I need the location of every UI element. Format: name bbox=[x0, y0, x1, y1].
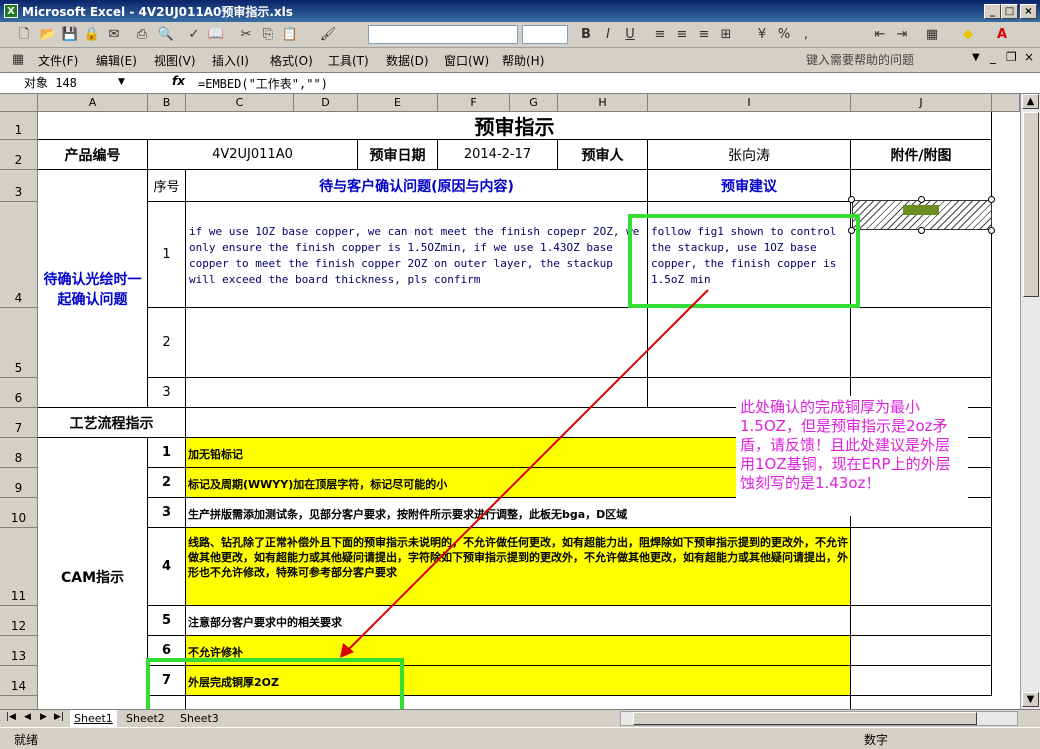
menu-format[interactable]: 格式(O) bbox=[270, 52, 313, 69]
formula-bar: 对象 148 ▼ fx =EMBED("工作表","") bbox=[0, 72, 1040, 94]
font-color-icon[interactable]: A bbox=[992, 25, 1012, 45]
print-icon[interactable]: ⎙ bbox=[132, 25, 152, 45]
sheet-tabs-bar: |◀ ◀ ▶ ▶| Sheet1 Sheet2 Sheet3 bbox=[0, 709, 1040, 727]
decrease-indent-icon[interactable]: ⇤ bbox=[870, 25, 890, 45]
insert-function-button[interactable]: fx bbox=[172, 74, 185, 88]
workbook-icon[interactable]: ▦ bbox=[8, 50, 28, 70]
email-icon[interactable]: ✉ bbox=[104, 25, 124, 45]
percent-icon[interactable]: % bbox=[774, 25, 794, 45]
next-sheet-icon[interactable]: ▶ bbox=[40, 712, 47, 722]
help-dropdown-icon[interactable]: ▼ bbox=[972, 52, 980, 63]
close-button[interactable]: × bbox=[1020, 4, 1037, 19]
menu-tools[interactable]: 工具(T) bbox=[328, 52, 369, 69]
workbook-restore-button[interactable]: ❐ bbox=[1006, 50, 1017, 64]
align-right-icon[interactable]: ≡ bbox=[694, 25, 714, 45]
tab-sheet2[interactable]: Sheet2 bbox=[122, 710, 169, 727]
permission-icon[interactable]: 🔒 bbox=[82, 25, 102, 45]
first-sheet-icon[interactable]: |◀ bbox=[6, 712, 16, 722]
menu-window[interactable]: 窗口(W) bbox=[444, 52, 489, 69]
prev-sheet-icon[interactable]: ◀ bbox=[24, 712, 31, 722]
formula-input[interactable]: =EMBED("工作表","") bbox=[198, 75, 328, 92]
vertical-scroll-thumb[interactable] bbox=[1023, 112, 1039, 297]
status-bar: 就绪 数字 bbox=[0, 727, 1040, 749]
save-icon[interactable]: 💾 bbox=[60, 25, 80, 45]
maximize-button[interactable]: □ bbox=[1001, 4, 1018, 19]
align-center-icon[interactable]: ≡ bbox=[672, 25, 692, 45]
comma-style-icon[interactable]: , bbox=[796, 25, 816, 45]
copy-icon[interactable]: ⎘ bbox=[258, 25, 278, 45]
menu-insert[interactable]: 插入(I) bbox=[212, 52, 249, 69]
horizontal-scrollbar[interactable] bbox=[620, 711, 1018, 726]
red-arrow-overlay bbox=[340, 289, 709, 658]
underline-icon[interactable]: U bbox=[620, 25, 640, 45]
status-ready: 就绪 bbox=[14, 733, 39, 747]
menu-bar: ▦ 文件(F) 编辑(E) 视图(V) 插入(I) 格式(O) 工具(T) 数据… bbox=[0, 48, 1040, 72]
spelling-icon[interactable]: ✓ bbox=[184, 25, 204, 45]
last-sheet-icon[interactable]: ▶| bbox=[54, 712, 64, 722]
window-title: Microsoft Excel - 4V2UJ011A0预审指示.xls bbox=[22, 5, 293, 19]
help-search-input[interactable]: 键入需要帮助的问题 bbox=[806, 51, 984, 69]
font-name-combo[interactable] bbox=[368, 25, 518, 44]
menu-edit[interactable]: 编辑(E) bbox=[96, 52, 137, 69]
minimize-button[interactable]: _ bbox=[984, 4, 1001, 19]
format-painter-icon[interactable]: 🖌 bbox=[318, 25, 338, 45]
print-preview-icon[interactable]: 🔍 bbox=[156, 25, 176, 45]
cut-icon[interactable]: ✂ bbox=[236, 25, 256, 45]
bold-icon[interactable]: B bbox=[576, 25, 596, 45]
open-icon[interactable]: 📂 bbox=[38, 25, 58, 45]
name-box[interactable]: 对象 148 bbox=[4, 74, 136, 92]
menu-file[interactable]: 文件(F) bbox=[38, 52, 78, 69]
vertical-scrollbar[interactable]: ▲ ▼ bbox=[1020, 94, 1040, 709]
increase-indent-icon[interactable]: ⇥ bbox=[892, 25, 912, 45]
workbook-minimize-button[interactable]: _ bbox=[990, 50, 996, 64]
menu-view[interactable]: 视图(V) bbox=[154, 52, 196, 69]
name-box-dropdown-icon[interactable]: ▼ bbox=[118, 77, 125, 87]
font-size-combo[interactable] bbox=[522, 25, 568, 44]
italic-icon[interactable]: I bbox=[598, 25, 618, 45]
title-bar: X Microsoft Excel - 4V2UJ011A0预审指示.xls _… bbox=[0, 0, 1040, 22]
align-left-icon[interactable]: ≡ bbox=[650, 25, 670, 45]
excel-app-icon[interactable]: X bbox=[4, 4, 18, 18]
merge-center-icon[interactable]: ⊞ bbox=[716, 25, 736, 45]
borders-icon[interactable]: ▦ bbox=[922, 25, 942, 45]
menu-data[interactable]: 数据(D) bbox=[386, 52, 429, 69]
fill-color-icon[interactable]: ◆ bbox=[958, 25, 978, 45]
tab-sheet3[interactable]: Sheet3 bbox=[176, 710, 223, 727]
workbook-close-button[interactable]: × bbox=[1024, 50, 1034, 64]
menu-help[interactable]: 帮助(H) bbox=[502, 52, 544, 69]
scroll-up-button[interactable]: ▲ bbox=[1022, 94, 1039, 109]
scroll-down-button[interactable]: ▼ bbox=[1022, 692, 1039, 707]
research-icon[interactable]: 📖 bbox=[206, 25, 226, 45]
horizontal-scroll-thumb[interactable] bbox=[633, 712, 977, 725]
worksheet-grid[interactable]: A B C D E F G H I J 1 2 3 4 5 6 7 8 9 10… bbox=[0, 94, 1020, 709]
new-icon[interactable]: 🗋 bbox=[14, 25, 34, 45]
tab-sheet1[interactable]: Sheet1 bbox=[70, 710, 117, 727]
standard-toolbar: 🗋 📂 💾 🔒 ✉ ⎙ 🔍 ✓ 📖 ✂ ⎘ 📋 🖌 B I U ≡ ≡ ≡ ⊞ … bbox=[0, 22, 1040, 48]
currency-icon[interactable]: ¥ bbox=[752, 25, 772, 45]
paste-icon[interactable]: 📋 bbox=[280, 25, 300, 45]
status-num-lock: 数字 bbox=[864, 733, 889, 747]
